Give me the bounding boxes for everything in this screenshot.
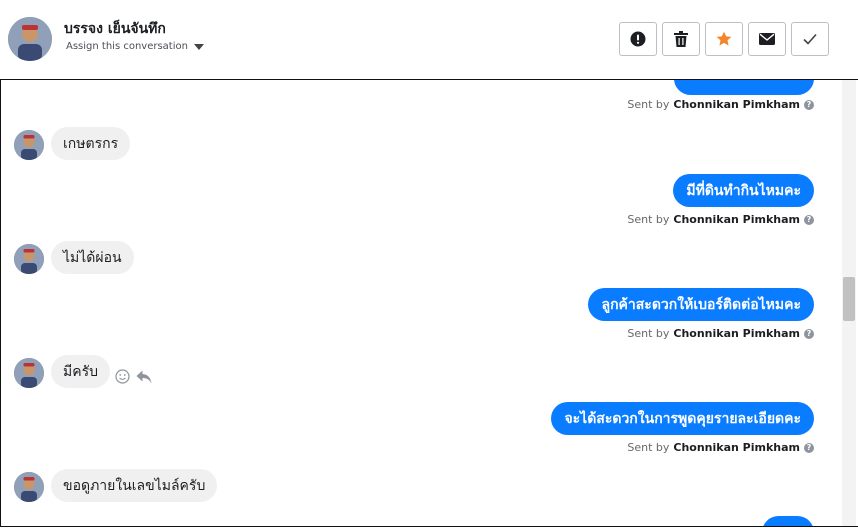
incoming-message: เกษตรกร <box>51 127 131 160</box>
incoming-message: มีครับ <box>51 355 110 388</box>
sender-avatar <box>14 472 44 502</box>
sender-avatar <box>14 130 44 160</box>
checkmark-icon <box>803 33 817 45</box>
sender-avatar <box>14 244 44 274</box>
mark-done-button[interactable] <box>791 22 829 56</box>
star-icon <box>716 31 732 46</box>
conversation-actions <box>619 22 829 56</box>
sent-by-label: Sent by Chonnikan Pimkham? <box>627 98 814 111</box>
incoming-message: ไม่ได้ผ่อน <box>51 241 134 274</box>
scrollbar-thumb[interactable] <box>843 277 855 321</box>
outgoing-message-partial <box>762 516 814 526</box>
contact-avatar[interactable] <box>8 17 52 61</box>
assign-conversation-dropdown[interactable]: Assign this conversation <box>66 41 204 52</box>
mark-spam-button[interactable] <box>619 22 657 56</box>
sent-by-label: Sent by Chonnikan Pimkham? <box>627 213 814 226</box>
message-thread[interactable]: Sent by Chonnikan Pimkham? เกษตรกร มีที่ด… <box>0 79 858 527</box>
reply-icon[interactable] <box>136 370 152 384</box>
outgoing-message: ลูกค้าสะดวกให้เบอร์ติดต่อไหมคะ <box>588 288 814 321</box>
message-actions <box>115 369 152 384</box>
mark-unread-button[interactable] <box>748 22 786 56</box>
exclamation-circle-icon <box>630 31 646 47</box>
sent-by-label: Sent by Chonnikan Pimkham? <box>627 441 814 454</box>
star-button[interactable] <box>705 22 743 56</box>
assign-label: Assign this conversation <box>66 41 188 52</box>
outgoing-message: จะได้สะดวกในการพูดคุยรายละเอียดคะ <box>551 402 814 435</box>
help-icon[interactable]: ? <box>804 328 814 339</box>
help-icon[interactable]: ? <box>804 99 814 110</box>
chevron-down-icon <box>193 44 204 50</box>
incoming-message: ขอดูภายในเลขไมล์ครับ <box>51 469 218 502</box>
delete-button[interactable] <box>662 22 700 56</box>
thread-scrollbar[interactable] <box>842 80 856 526</box>
outgoing-message-partial <box>674 80 814 95</box>
emoji-react-icon[interactable] <box>115 369 130 384</box>
trash-icon <box>674 31 688 47</box>
envelope-icon <box>759 33 775 45</box>
conversation-header: บรรจง เย็นจันทึก Assign this conversatio… <box>0 0 858 80</box>
sender-avatar <box>14 358 44 388</box>
help-icon[interactable]: ? <box>804 214 814 225</box>
sent-by-label: Sent by Chonnikan Pimkham? <box>627 327 814 340</box>
contact-name[interactable]: บรรจง เย็นจันทึก <box>64 18 166 40</box>
help-icon[interactable]: ? <box>804 442 814 453</box>
outgoing-message: มีที่ดินทำกินไหมคะ <box>673 174 814 207</box>
